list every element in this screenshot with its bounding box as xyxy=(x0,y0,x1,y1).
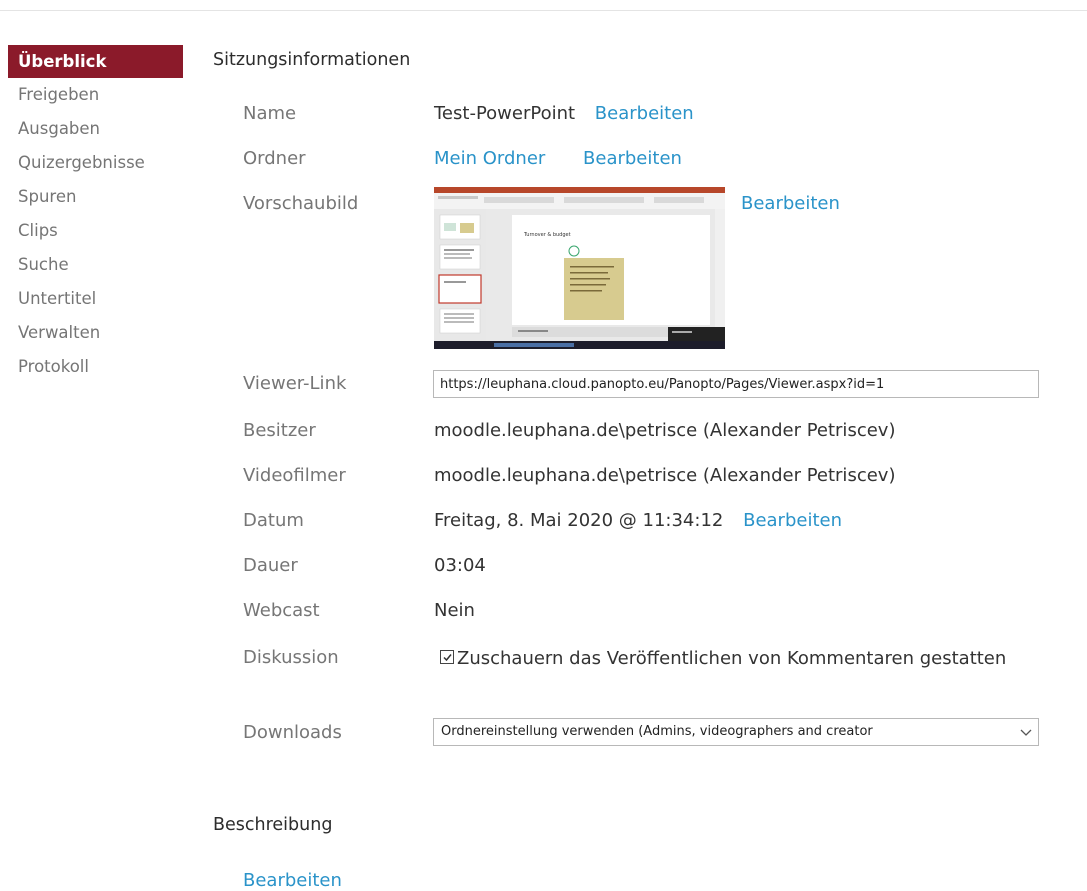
folder-label: Ordner xyxy=(243,148,306,169)
description-edit-row: Bearbeiten xyxy=(243,870,342,891)
sidebar-item-suche[interactable]: Suche xyxy=(8,248,183,282)
edit-date-link[interactable]: Bearbeiten xyxy=(743,510,842,531)
checkmark-icon xyxy=(442,653,452,661)
webcast-value: Nein xyxy=(434,600,475,621)
section-title-session-info: Sitzungsinformationen xyxy=(213,50,411,70)
date-row: Freitag, 8. Mai 2020 @ 11:34:12 Bearbeit… xyxy=(434,510,842,531)
chevron-down-icon xyxy=(1018,719,1034,745)
top-divider xyxy=(0,10,1087,11)
edit-name-link[interactable]: Bearbeiten xyxy=(595,103,694,124)
videographer-label: Videofilmer xyxy=(243,465,346,486)
discussion-checkbox-label[interactable]: Zuschauern das Veröffentlichen von Komme… xyxy=(457,644,1017,674)
date-value: Freitag, 8. Mai 2020 @ 11:34:12 xyxy=(434,510,724,531)
discussion-checkbox[interactable] xyxy=(440,650,454,664)
viewer-link-field[interactable] xyxy=(433,370,1039,398)
owner-value: moodle.leuphana.de\petrisce (Alexander P… xyxy=(434,420,896,441)
folder-link[interactable]: Mein Ordner xyxy=(434,148,545,169)
name-label: Name xyxy=(243,103,297,124)
name-row: Test-PowerPoint Bearbeiten xyxy=(434,103,694,124)
thumbnail-edit-row: Bearbeiten xyxy=(741,193,840,214)
duration-value: 03:04 xyxy=(434,555,486,576)
duration-label: Dauer xyxy=(243,555,298,576)
thumbnail-label: Vorschaubild xyxy=(243,193,359,214)
date-label: Datum xyxy=(243,510,304,531)
session-name-value: Test-PowerPoint xyxy=(434,103,576,124)
downloads-label: Downloads xyxy=(243,722,342,743)
sidebar-nav: Überblick Freigeben Ausgaben Quizergebni… xyxy=(8,45,183,384)
sidebar-item-verwalten[interactable]: Verwalten xyxy=(8,316,183,350)
folder-row: Mein Ordner Bearbeiten xyxy=(434,148,682,169)
sidebar-item-ausgaben[interactable]: Ausgaben xyxy=(8,112,183,146)
section-title-description: Beschreibung xyxy=(213,815,333,835)
owner-label: Besitzer xyxy=(243,420,316,441)
videographer-value: moodle.leuphana.de\petrisce (Alexander P… xyxy=(434,465,896,486)
powerpoint-screenshot-thumbnail: Turnover & budget xyxy=(434,187,725,349)
edit-folder-link[interactable]: Bearbeiten xyxy=(583,148,682,169)
thumbnail-image: Turnover & budget xyxy=(434,187,725,349)
webcast-label: Webcast xyxy=(243,600,320,621)
sidebar-item-ueberblick[interactable]: Überblick xyxy=(8,45,183,78)
viewer-link-label: Viewer-Link xyxy=(243,373,347,394)
sidebar-item-untertitel[interactable]: Untertitel xyxy=(8,282,183,316)
downloads-select[interactable]: Ordnereinstellung verwenden (Admins, vid… xyxy=(433,718,1039,746)
sidebar-item-quizergebnisse[interactable]: Quizergebnisse xyxy=(8,146,183,180)
sidebar-item-freigeben[interactable]: Freigeben xyxy=(8,78,183,112)
sidebar-item-spuren[interactable]: Spuren xyxy=(8,180,183,214)
edit-description-link[interactable]: Bearbeiten xyxy=(243,870,342,891)
sidebar-item-clips[interactable]: Clips xyxy=(8,214,183,248)
thumbnail-slide-title: Turnover & budget xyxy=(523,232,571,238)
sidebar-item-protokoll[interactable]: Protokoll xyxy=(8,350,183,384)
downloads-selected-value: Ordnereinstellung verwenden (Admins, vid… xyxy=(441,724,873,739)
discussion-label: Diskussion xyxy=(243,647,339,668)
edit-thumbnail-link[interactable]: Bearbeiten xyxy=(741,193,840,214)
